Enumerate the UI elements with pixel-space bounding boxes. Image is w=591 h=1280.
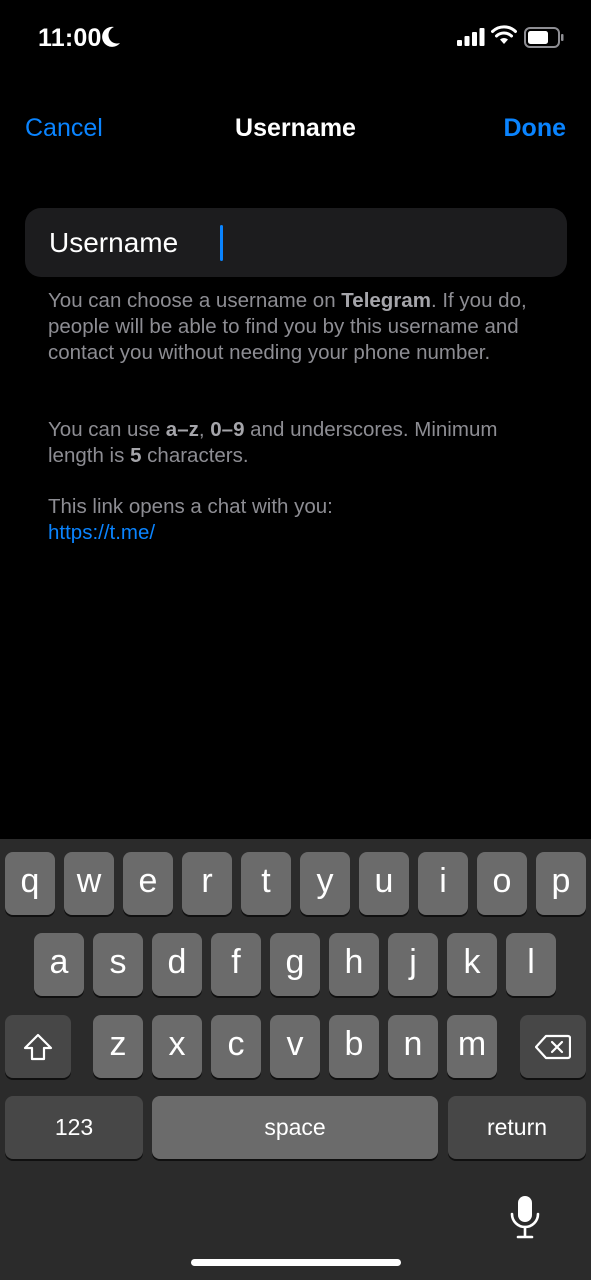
key-l[interactable]: l xyxy=(506,933,556,996)
key-x[interactable]: x xyxy=(152,1015,202,1078)
key-p[interactable]: p xyxy=(536,852,586,915)
home-indicator[interactable] xyxy=(191,1259,401,1266)
key-m[interactable]: m xyxy=(447,1015,497,1078)
keyboard: q w e r t y u i o p a s d f g h j k l z … xyxy=(0,839,591,1280)
link-caption: This link opens a chat with you: xyxy=(48,495,333,518)
profile-link[interactable]: https://t.me/ xyxy=(48,520,548,546)
key-d[interactable]: d xyxy=(152,933,202,996)
username-field-label: Username xyxy=(49,227,179,258)
key-g[interactable]: g xyxy=(270,933,320,996)
key-t[interactable]: t xyxy=(241,852,291,915)
numbers-key[interactable]: 123 xyxy=(5,1096,143,1159)
battery-icon xyxy=(524,27,564,48)
key-u[interactable]: u xyxy=(359,852,409,915)
moon-icon xyxy=(102,26,120,47)
key-s[interactable]: s xyxy=(93,933,143,996)
key-v[interactable]: v xyxy=(270,1015,320,1078)
key-f[interactable]: f xyxy=(211,933,261,996)
help-text-link: This link opens a chat with you: https:/… xyxy=(48,494,548,546)
key-h[interactable]: h xyxy=(329,933,379,996)
microphone-icon[interactable] xyxy=(508,1194,542,1240)
key-j[interactable]: j xyxy=(388,933,438,996)
key-e[interactable]: e xyxy=(123,852,173,915)
space-key[interactable]: space xyxy=(152,1096,438,1159)
key-w[interactable]: w xyxy=(64,852,114,915)
wifi-icon xyxy=(491,25,517,44)
text-caret xyxy=(220,225,223,261)
done-button[interactable]: Done xyxy=(504,114,567,143)
help-text-rules: You can use a–z, 0–9 and underscores. Mi… xyxy=(48,418,498,467)
status-time: 11:00 xyxy=(38,24,102,52)
key-r[interactable]: r xyxy=(182,852,232,915)
shift-icon xyxy=(23,1033,53,1060)
return-key[interactable]: return xyxy=(448,1096,586,1159)
delete-key[interactable] xyxy=(520,1015,586,1078)
key-k[interactable]: k xyxy=(447,933,497,996)
key-b[interactable]: b xyxy=(329,1015,379,1078)
delete-icon xyxy=(535,1034,571,1059)
navigation-bar: Username Cancel Done xyxy=(0,100,591,160)
key-i[interactable]: i xyxy=(418,852,468,915)
status-bar: 11:00 xyxy=(0,0,591,76)
username-field[interactable]: Username xyxy=(25,208,567,277)
cancel-button[interactable]: Cancel xyxy=(25,114,103,143)
cellular-signal-icon xyxy=(457,28,485,46)
key-c[interactable]: c xyxy=(211,1015,261,1078)
help-text-description: You can choose a username on Telegram. I… xyxy=(48,289,527,364)
shift-key[interactable] xyxy=(5,1015,71,1078)
username-input[interactable] xyxy=(225,220,545,266)
key-z[interactable]: z xyxy=(93,1015,143,1078)
key-q[interactable]: q xyxy=(5,852,55,915)
key-a[interactable]: a xyxy=(34,933,84,996)
key-y[interactable]: y xyxy=(300,852,350,915)
key-n[interactable]: n xyxy=(388,1015,438,1078)
telegram-name: Telegram xyxy=(341,289,431,312)
key-o[interactable]: o xyxy=(477,852,527,915)
